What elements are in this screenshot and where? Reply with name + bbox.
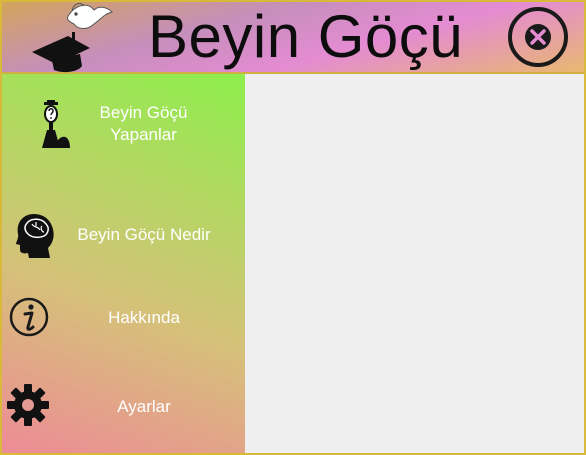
sidebar-item-label: Ayarlar (117, 397, 171, 416)
sidebar-item-hakkinda[interactable]: Hakkında (2, 282, 245, 354)
gear-icon (7, 384, 49, 426)
content-panel (246, 74, 584, 453)
app-window: Beyin Göçü Beyin Göçü Yapanlar Beyin Göç… (0, 0, 586, 455)
sidebar-item-label: Beyin Göçü Nedir (77, 225, 211, 244)
close-circle-icon (508, 7, 568, 67)
scientist-icon (42, 100, 70, 148)
sidebar-item-ayarlar[interactable]: Ayarlar (2, 370, 245, 442)
header-bar: Beyin Göçü (2, 2, 584, 74)
sidebar-item-label: Hakkında (108, 308, 180, 327)
info-icon (9, 297, 49, 337)
close-button[interactable] (507, 6, 569, 68)
app-title: Beyin Göçü (148, 3, 464, 70)
sidebar-item-label: Beyin Göçü Yapanlar (99, 103, 188, 144)
sidebar-item-beyin-gocu-yapanlar[interactable]: Beyin Göçü Yapanlar (2, 90, 245, 162)
sidebar-item-beyin-gocu-nedir[interactable]: Beyin Göçü Nedir (2, 200, 245, 272)
sidebar: Beyin Göçü Yapanlar Beyin Göçü Nedir Hak… (2, 74, 245, 453)
head-brain-icon (16, 214, 54, 258)
graduate-cap-bird-logo (32, 2, 113, 73)
